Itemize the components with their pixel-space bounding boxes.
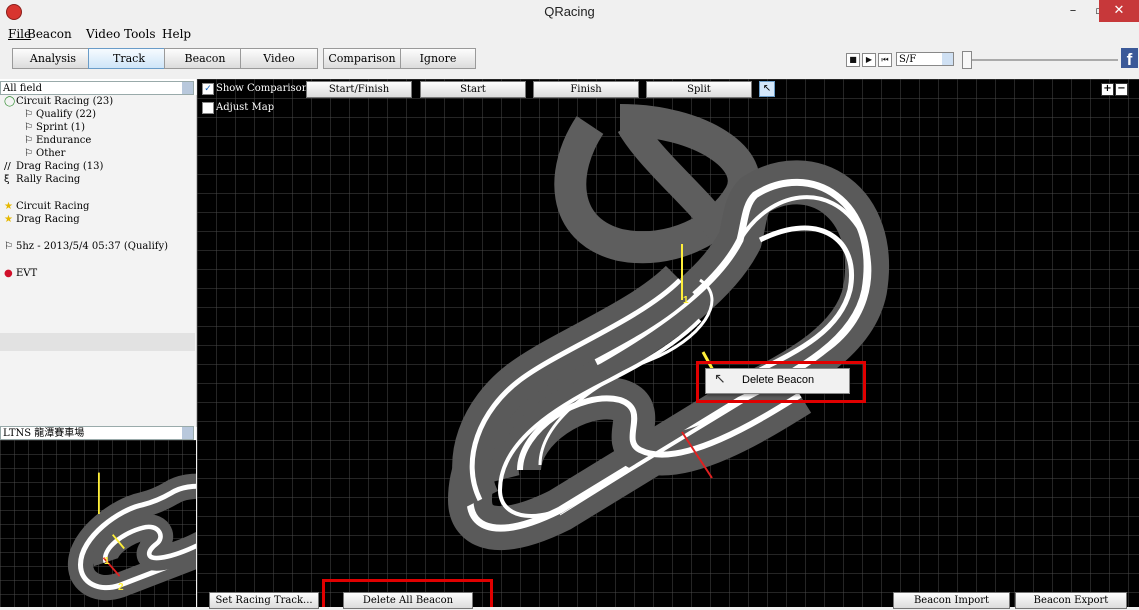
menu-tools[interactable]: Tools xyxy=(124,27,156,41)
menu-help[interactable]: Help xyxy=(162,27,191,41)
previous-button[interactable]: ⏮ xyxy=(878,53,892,67)
tab-analysis[interactable]: Analysis xyxy=(12,48,94,69)
adjust-map-checkbox[interactable] xyxy=(202,102,214,114)
tree-item-drag-racing[interactable]: //Drag Racing (13) xyxy=(4,161,103,172)
track-select-value: LTNS 龍潭賽車場 xyxy=(3,428,85,439)
menu-beacon[interactable]: Beacon xyxy=(27,27,72,41)
tree-item-favorite-circuit[interactable]: ★ Circuit Racing xyxy=(4,201,89,212)
track-select[interactable]: LTNS 龍潭賽車場 xyxy=(0,426,194,440)
show-comparison-checkbox[interactable]: ✓ xyxy=(202,83,214,95)
rally-road-icon: ξ xyxy=(4,174,10,185)
minimap-beacon-label-1: 1 xyxy=(104,556,110,567)
tab-comparison[interactable]: Comparison xyxy=(323,48,401,69)
beacon-import-button[interactable]: Beacon Import xyxy=(893,592,1010,609)
facebook-icon[interactable]: f xyxy=(1121,48,1138,69)
beacon-label-1: 1 xyxy=(683,295,689,306)
minimize-button[interactable]: – xyxy=(1060,0,1086,22)
flag-icon: ⚐ xyxy=(4,241,13,252)
chevron-down-icon[interactable] xyxy=(182,427,193,439)
highlight-box-delete-all xyxy=(322,579,493,607)
title-bar: QRacing – ▫ ✕ xyxy=(0,0,1139,24)
minimap-beacon-label-2: 2 xyxy=(118,582,124,593)
field-filter-select[interactable]: All field xyxy=(0,81,194,95)
tree-item-rally-racing[interactable]: ξ Rally Racing xyxy=(4,174,80,185)
track-view[interactable]: 1 xyxy=(197,79,1139,607)
tab-track[interactable]: Track xyxy=(88,48,170,69)
field-filter-value: All field xyxy=(3,83,42,94)
highlight-box-context xyxy=(696,361,866,403)
tab-video[interactable]: Video xyxy=(240,48,318,69)
star-icon: ★ xyxy=(4,201,13,212)
stop-button[interactable]: ■ xyxy=(846,53,860,67)
split-button[interactable]: Split xyxy=(646,81,752,98)
tree-item-favorite-drag[interactable]: ★ Drag Racing xyxy=(4,214,80,225)
flag-icon: ⚐ xyxy=(24,122,33,133)
beacon-export-button[interactable]: Beacon Export xyxy=(1015,592,1127,609)
menu-video[interactable]: Video xyxy=(86,27,120,41)
tree-item-evt[interactable]: ● EVT xyxy=(4,268,37,279)
device-icon: ● xyxy=(4,268,13,279)
drag-strip-icon: // xyxy=(4,161,11,172)
play-button[interactable]: ▶ xyxy=(862,53,876,67)
close-button[interactable]: ✕ xyxy=(1099,0,1139,22)
show-comparison-label: Show Comparison xyxy=(216,83,309,94)
tree-item-session[interactable]: ⚐ 5hz - 2013/5/4 05:37 (Qualify) xyxy=(4,241,168,252)
tree-item-qualify[interactable]: ⚐ Qualify (22) xyxy=(24,109,96,120)
start-finish-button[interactable]: Start/Finish xyxy=(306,81,412,98)
selected-session-highlight xyxy=(0,333,195,351)
adjust-map-label: Adjust Map xyxy=(216,102,275,113)
star-icon: ★ xyxy=(4,214,13,225)
start-button[interactable]: Start xyxy=(420,81,526,98)
tree-item-other[interactable]: ⚐ Other xyxy=(24,148,65,159)
minimap-canvas: 1 2 xyxy=(0,439,271,607)
tree-item-sprint[interactable]: ⚐ Sprint (1) xyxy=(24,122,85,133)
tab-ignore[interactable]: Ignore xyxy=(400,48,476,69)
set-racing-track-button[interactable]: Set Racing Track... xyxy=(209,592,319,609)
track-minimap[interactable]: 1 2 xyxy=(0,439,271,607)
finish-button[interactable]: Finish xyxy=(533,81,639,98)
tree-item-endurance[interactable]: ⚐ Endurance xyxy=(24,135,91,146)
flag-icon: ⚐ xyxy=(24,135,33,146)
playback-slider-thumb[interactable] xyxy=(962,51,972,69)
pointer-tool-icon[interactable]: ↖ xyxy=(759,81,775,97)
flag-icon: ⚐ xyxy=(24,109,33,120)
chevron-down-icon[interactable] xyxy=(942,53,953,65)
tab-beacon[interactable]: Beacon xyxy=(164,48,246,69)
tree-item-circuit-racing[interactable]: ◯Circuit Racing (23) xyxy=(4,96,113,107)
zoom-in-button[interactable]: + xyxy=(1101,83,1114,96)
zoom-out-button[interactable]: − xyxy=(1115,83,1128,96)
playback-slider-track[interactable] xyxy=(968,59,1118,61)
menu-bar: File Beacon Video Tools Help xyxy=(0,25,1139,43)
flag-icon: ⚐ xyxy=(24,148,33,159)
track-canvas: 1 xyxy=(197,79,1139,607)
window-title: QRacing xyxy=(544,4,595,19)
chevron-down-icon[interactable] xyxy=(182,82,193,94)
playback-mode-value: S/F xyxy=(899,54,917,65)
playback-mode-select[interactable]: S/F xyxy=(896,52,954,66)
circuit-icon: ◯ xyxy=(4,96,16,107)
